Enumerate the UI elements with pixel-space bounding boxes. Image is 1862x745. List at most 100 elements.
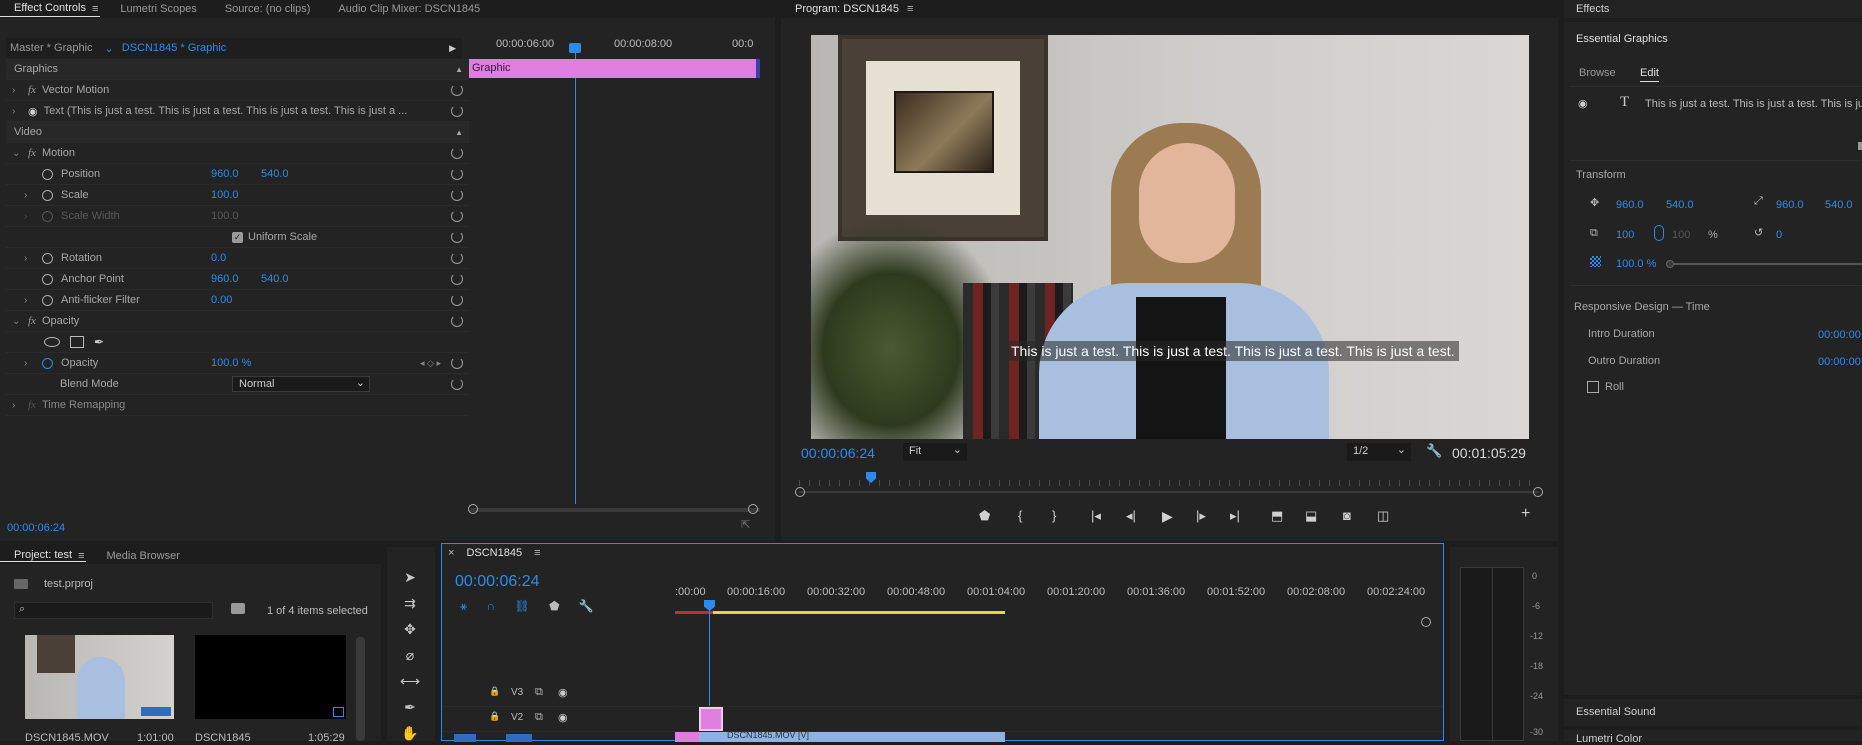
ec-clip-bar[interactable]: Graphic <box>468 59 760 78</box>
razor-tool-icon[interactable]: ⌀ <box>400 647 420 663</box>
eg-anchor-x[interactable]: 960.0 <box>1776 199 1804 211</box>
tab-lumetri-scopes[interactable]: Lumetri Scopes <box>106 3 210 15</box>
tab-menu-icon[interactable]: ≡ <box>78 550 84 562</box>
chevron-right-icon[interactable]: › <box>24 295 42 306</box>
chevron-right-icon[interactable]: › <box>24 190 42 201</box>
reset-icon[interactable] <box>451 315 463 327</box>
program-timecode[interactable]: 00:00:06:24 <box>801 445 875 461</box>
outro-duration-value[interactable]: 00:00:00 <box>1818 356 1861 368</box>
pen-tool-icon[interactable]: ✒ <box>400 699 420 715</box>
intro-duration-value[interactable]: 00:00:00 <box>1818 329 1861 341</box>
stopwatch-icon[interactable] <box>42 168 53 180</box>
ec-playhead[interactable] <box>575 44 576 504</box>
mark-in-icon[interactable]: { <box>1018 508 1022 523</box>
eg-tab-edit[interactable]: Edit <box>1640 67 1659 82</box>
eye-icon[interactable]: ◉ <box>558 686 568 699</box>
rectangle-mask-icon[interactable] <box>70 336 84 348</box>
reset-icon[interactable] <box>451 357 463 369</box>
step-forward-icon[interactable]: |▸ <box>1196 508 1206 524</box>
chevron-down-icon[interactable]: ⌄ <box>12 316 24 327</box>
collapse-icon[interactable]: ▲ <box>455 128 463 137</box>
lift-icon[interactable]: ⬒ <box>1271 508 1283 524</box>
wrench-icon[interactable]: 🔧 <box>1426 443 1442 459</box>
eg-scale[interactable]: 100 <box>1616 229 1634 241</box>
reset-icon[interactable] <box>451 252 463 264</box>
extract-icon[interactable]: ⬓ <box>1305 508 1317 524</box>
opacity-value[interactable]: 100.0 % <box>211 357 251 369</box>
play-only-icon[interactable]: ▶ <box>449 43 456 54</box>
anchor-y-value[interactable]: 540.0 <box>261 273 289 285</box>
fx-icon[interactable]: fx <box>28 315 36 327</box>
new-bin-icon[interactable] <box>231 603 245 614</box>
roll-checkbox[interactable] <box>1587 381 1599 393</box>
eg-tab-browse[interactable]: Browse <box>1579 67 1616 79</box>
go-to-out-icon[interactable]: ▸| <box>1230 508 1240 524</box>
clip-label[interactable]: DSCN1845 * Graphic <box>122 42 227 54</box>
sync-lock-icon[interactable]: ⧉ <box>535 711 543 724</box>
step-back-icon[interactable]: ◂| <box>1126 508 1136 524</box>
ellipse-mask-icon[interactable] <box>44 337 60 347</box>
caption-text[interactable]: This is just a test. This is just a test… <box>1007 341 1459 361</box>
scrubber-track[interactable] <box>799 491 1539 493</box>
wrench-icon[interactable]: 🔧 <box>579 599 594 613</box>
link-scale-icon[interactable] <box>1654 225 1664 241</box>
effects-header[interactable]: Effects <box>1576 3 1609 15</box>
timeline-timecode[interactable]: 00:00:06:24 <box>455 573 540 591</box>
timeline-playhead-handle[interactable] <box>704 600 715 611</box>
export-icon[interactable]: ⇱ <box>741 518 750 531</box>
stopwatch-icon[interactable] <box>42 273 53 285</box>
tab-sequence[interactable]: DSCN1845 <box>466 547 522 559</box>
lock-icon[interactable]: 🔒 <box>489 686 500 697</box>
chevron-right-icon[interactable]: › <box>12 400 24 411</box>
ec-timecode[interactable]: 00:00:06:24 <box>7 522 65 534</box>
eg-pos-x[interactable]: 960.0 <box>1616 199 1644 211</box>
eg-pos-y[interactable]: 540.0 <box>1666 199 1694 211</box>
position-x-value[interactable]: 960.0 <box>211 168 261 180</box>
snap-icon[interactable]: ∩ <box>487 599 496 613</box>
track-area-v3[interactable] <box>675 682 1443 707</box>
mark-out-icon[interactable]: } <box>1052 508 1056 523</box>
track-label-v2[interactable]: V2 <box>511 712 523 723</box>
collapse-icon[interactable]: ▲ <box>455 65 463 74</box>
project-item-thumb-1[interactable] <box>25 635 174 719</box>
chevron-right-icon[interactable]: › <box>24 253 42 264</box>
reset-icon[interactable] <box>451 231 463 243</box>
lock-icon[interactable]: 🔒 <box>489 711 500 722</box>
eg-opacity-slider[interactable] <box>1674 263 1862 265</box>
row-time-remapping[interactable]: › fx Time Remapping <box>6 395 469 416</box>
blend-mode-select[interactable]: Normal ⌄ <box>232 376 370 392</box>
anti-flicker-value[interactable]: 0.00 <box>211 294 232 306</box>
compare-view-icon[interactable]: ◫ <box>1377 508 1389 524</box>
ec-timeline-ruler[interactable]: 00:00:06:00 00:00:08:00 00:0 <box>468 38 760 56</box>
play-icon[interactable]: ▶ <box>1162 508 1173 525</box>
text-layer-label[interactable]: This is just a test. This is just a test… <box>1645 98 1862 110</box>
nest-icon[interactable]: ⚹ <box>460 599 467 613</box>
tab-effect-controls[interactable]: Effect Controls <box>0 2 100 17</box>
rotation-value[interactable]: 0.0 <box>211 252 226 264</box>
reset-icon[interactable] <box>451 189 463 201</box>
sync-lock-icon[interactable]: ⧉ <box>535 686 543 699</box>
eye-icon[interactable]: ◉ <box>558 711 568 724</box>
anchor-x-value[interactable]: 960.0 <box>211 273 261 285</box>
add-button-icon[interactable]: + <box>1521 505 1530 523</box>
stopwatch-icon[interactable] <box>42 252 53 264</box>
project-scrollbar[interactable] <box>356 637 365 741</box>
essential-sound-panel[interactable]: Essential Sound <box>1576 706 1656 718</box>
tab-menu-icon[interactable]: ≡ <box>907 3 913 15</box>
master-clip-label[interactable]: Master * Graphic <box>10 42 93 54</box>
eye-icon[interactable]: ◉ <box>28 105 38 118</box>
reset-icon[interactable] <box>451 294 463 306</box>
add-marker-icon[interactable]: ⬟ <box>979 508 990 524</box>
project-item-thumb-2[interactable] <box>195 635 346 719</box>
fx-icon[interactable]: fx <box>28 147 36 159</box>
project-search-input[interactable]: ⌕ <box>14 602 213 619</box>
track-select-tool-icon[interactable]: ⇉ <box>400 595 420 611</box>
reset-icon[interactable] <box>451 168 463 180</box>
timeline-zoom-handle[interactable] <box>1421 617 1431 627</box>
eg-anchor-y[interactable]: 540.0 <box>1825 199 1853 211</box>
stopwatch-icon[interactable] <box>42 294 53 306</box>
fx-icon[interactable]: fx <box>28 84 36 96</box>
chevron-right-icon[interactable]: › <box>12 106 24 117</box>
row-motion[interactable]: ⌄ fx Motion <box>6 143 469 164</box>
stopwatch-icon[interactable] <box>42 357 53 369</box>
